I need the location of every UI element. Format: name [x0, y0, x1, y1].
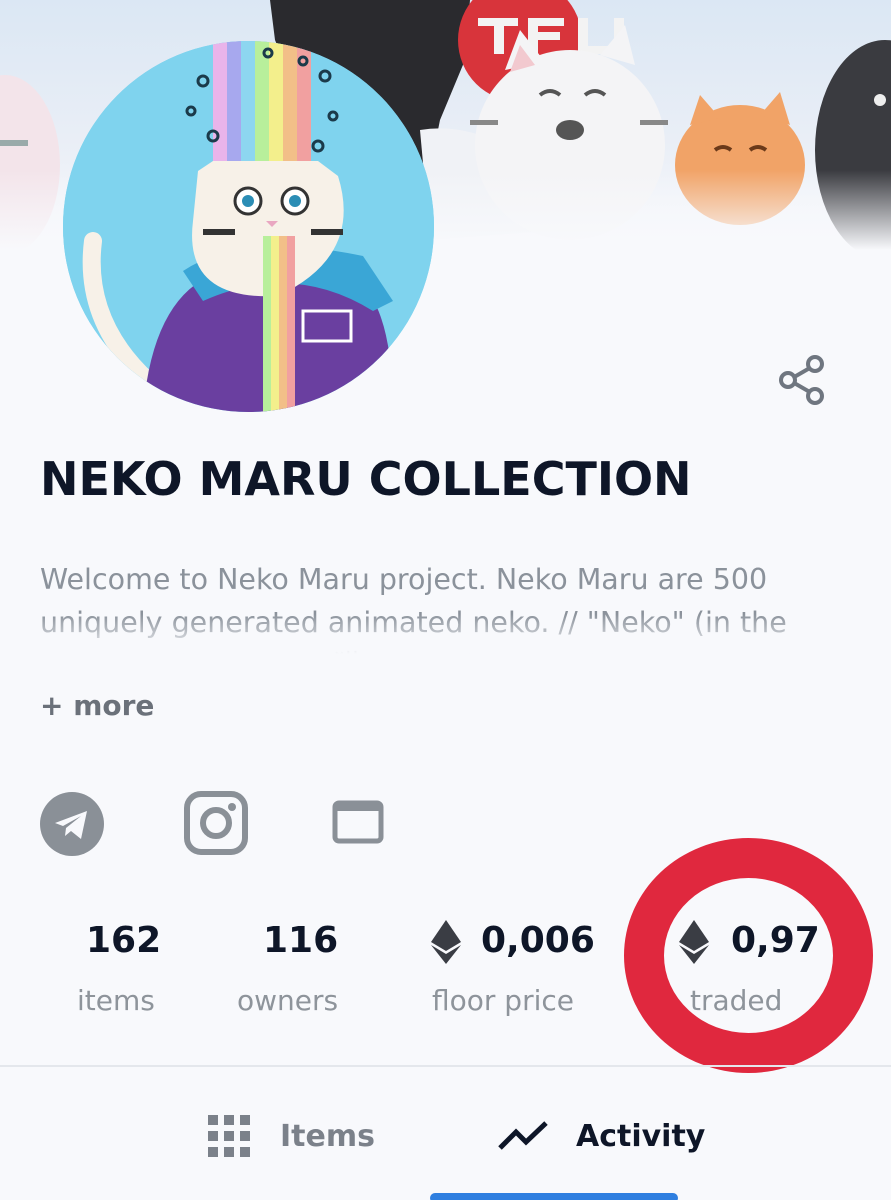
instagram-link[interactable]: [183, 790, 249, 856]
collection-title: NEKO MARU COLLECTION: [40, 452, 692, 506]
activity-icon: [498, 1121, 548, 1150]
telegram-link[interactable]: [40, 792, 104, 856]
tab-activity[interactable]: Activity: [498, 1100, 705, 1172]
tab-items[interactable]: Items: [208, 1100, 375, 1172]
share-icon: [779, 355, 824, 405]
active-tab-indicator: [430, 1193, 678, 1200]
items-label: items: [77, 984, 155, 1017]
telegram-icon: [40, 792, 104, 856]
owners-count: 116: [263, 920, 339, 961]
neko-avatar-image: [63, 41, 434, 412]
floor-price-label: floor price: [432, 984, 574, 1017]
floor-price-value: 0,006: [481, 920, 595, 961]
share-button[interactable]: [774, 352, 830, 408]
website-link[interactable]: [332, 800, 384, 844]
tab-items-label: Items: [280, 1118, 375, 1154]
website-icon: [332, 800, 384, 844]
owners-label: owners: [237, 984, 339, 1017]
collection-avatar: [63, 41, 434, 412]
items-count: 162: [86, 920, 162, 961]
grid-icon: [208, 1115, 250, 1157]
ethereum-icon: [679, 920, 709, 964]
instagram-icon: [184, 791, 248, 855]
traded-label: traded: [690, 984, 783, 1017]
divider: [0, 1065, 891, 1067]
ethereum-icon: [431, 920, 461, 964]
tab-activity-label: Activity: [576, 1118, 706, 1154]
collection-description: Welcome to Neko Maru project. Neko Maru …: [40, 558, 840, 654]
more-link[interactable]: + more: [40, 689, 154, 722]
traded-value: 0,97: [731, 920, 820, 961]
